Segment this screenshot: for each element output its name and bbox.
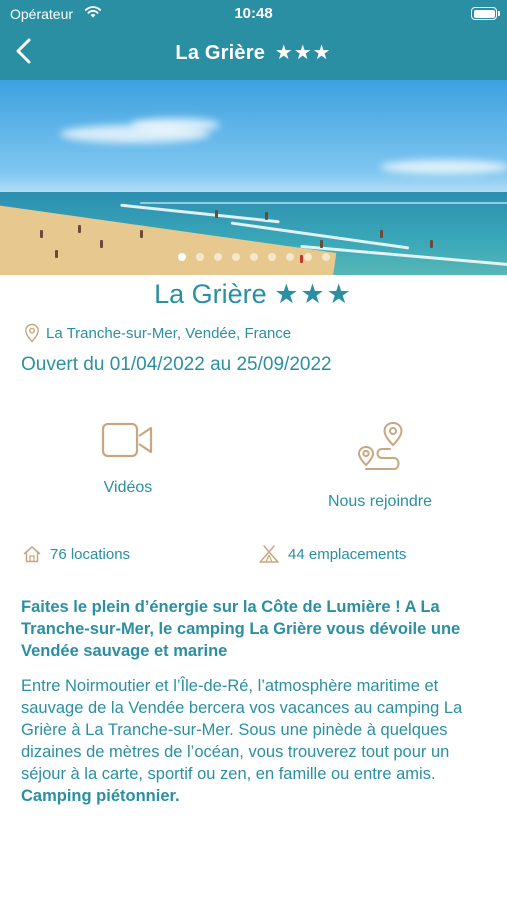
opening-dates: Ouvert du 01/04/2022 au 25/09/2022 — [21, 354, 332, 375]
carousel-dot[interactable] — [213, 253, 222, 261]
camping-name: La Grière — [154, 279, 267, 309]
house-icon — [23, 546, 41, 563]
video-camera-icon — [101, 422, 153, 458]
carousel-dot[interactable] — [195, 253, 204, 261]
rentals-text: 76 locations — [50, 545, 131, 563]
description-text: Entre Noirmoutier et l’Île-de-Ré, l’atmo… — [21, 677, 463, 783]
navigation-bar: La Grière ★★★ — [0, 30, 507, 76]
app-header: Opérateur 10:48 La Grière ★★★ — [0, 0, 507, 80]
pitches-count: 44 emplacements — [258, 544, 406, 564]
camping-stars: ★★★ — [274, 279, 353, 309]
directions-button[interactable]: Nous rejoindre — [290, 420, 470, 511]
status-bar: Opérateur 10:48 — [0, 0, 507, 28]
beach-photo — [0, 80, 507, 195]
camping-title: La Grière ★★★ — [0, 279, 507, 310]
carousel-dot[interactable] — [231, 253, 240, 261]
carousel-dot[interactable] — [267, 253, 276, 261]
location-text: La Tranche-sur-Mer, Vendée, France — [46, 324, 292, 342]
carousel-dot[interactable] — [303, 253, 312, 261]
videos-button[interactable]: Vidéos — [38, 420, 218, 497]
description-highlight: Camping piétonnier. — [21, 787, 180, 805]
nav-title-text: La Grière — [175, 42, 266, 64]
carousel-dot[interactable] — [321, 253, 330, 261]
route-icon — [357, 421, 403, 470]
photo-carousel[interactable] — [0, 80, 507, 275]
videos-label: Vidéos — [103, 479, 153, 496]
tent-icon — [259, 545, 279, 563]
description-body: Entre Noirmoutier et l’Île-de-Ré, l’atmo… — [21, 675, 491, 807]
nav-title-stars: ★★★ — [274, 42, 332, 64]
battery-icon — [471, 7, 500, 20]
directions-label: Nous rejoindre — [327, 493, 433, 510]
carousel-dot[interactable] — [285, 253, 294, 261]
carousel-dot[interactable] — [249, 253, 258, 261]
nav-title: La Grière ★★★ — [0, 40, 507, 65]
rentals-count: 76 locations — [22, 544, 130, 564]
description-headline: Faites le plein d’énergie sur la Côte de… — [21, 598, 461, 660]
camping-location: La Tranche-sur-Mer, Vendée, France — [24, 323, 291, 343]
pitches-text: 44 emplacements — [288, 545, 407, 563]
map-pin-icon — [25, 323, 39, 343]
carousel-pagination — [0, 248, 507, 266]
clock: 10:48 — [234, 5, 273, 22]
carousel-dot[interactable] — [177, 253, 186, 261]
